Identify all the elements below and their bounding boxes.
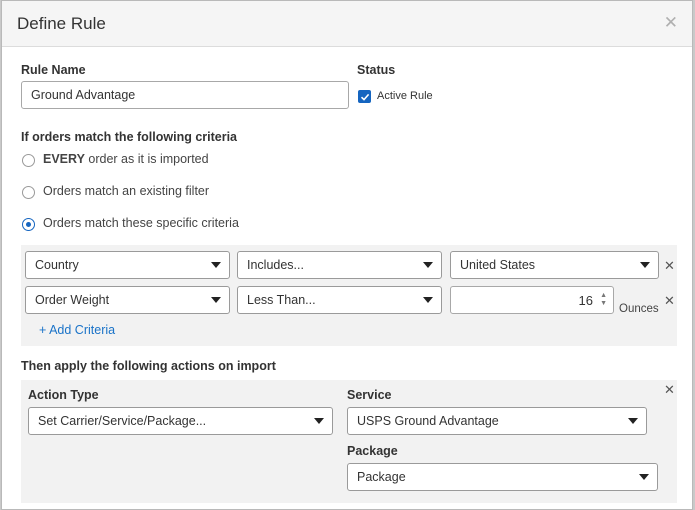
- action-type-select[interactable]: Set Carrier/Service/Package...: [28, 407, 333, 435]
- criteria-field-value: Order Weight: [35, 293, 110, 307]
- chevron-down-icon: [211, 262, 221, 268]
- criteria-panel: Country Includes... United States ✕ Orde…: [21, 245, 677, 346]
- chevron-down-icon: [628, 418, 638, 424]
- radio-existing-filter-label: Orders match an existing filter: [43, 184, 210, 198]
- actions-heading: Then apply the following actions on impo…: [21, 359, 276, 373]
- service-label: Service: [347, 388, 392, 402]
- status-label: Status: [357, 63, 396, 77]
- criteria-value-select[interactable]: United States: [450, 251, 659, 279]
- chevron-down-icon: [211, 297, 221, 303]
- criteria-value-text: United States: [460, 258, 536, 272]
- chevron-down-icon: [423, 262, 433, 268]
- remove-criteria-icon[interactable]: ✕: [664, 293, 675, 309]
- dialog-header: Define Rule ✕: [2, 1, 692, 47]
- weight-value: 16: [578, 292, 593, 308]
- spinner-arrows-icon[interactable]: ▲ ▼: [600, 292, 607, 308]
- action-type-value: Set Carrier/Service/Package...: [38, 414, 207, 428]
- criteria-field-value: Country: [35, 258, 79, 272]
- weight-number-input[interactable]: 16 ▲ ▼: [450, 286, 614, 314]
- dialog-title: Define Rule: [17, 14, 106, 33]
- radio-specific-criteria[interactable]: [22, 218, 35, 231]
- criteria-operator-value: Includes...: [247, 258, 304, 272]
- radio-every-order[interactable]: [22, 154, 35, 167]
- rule-name-label: Rule Name: [21, 63, 86, 77]
- close-icon[interactable]: ✕: [664, 13, 678, 33]
- radio-existing-filter[interactable]: [22, 186, 35, 199]
- active-rule-checkbox[interactable]: [358, 90, 371, 103]
- remove-action-icon[interactable]: ✕: [664, 382, 675, 398]
- active-rule-label: Active Rule: [377, 90, 433, 102]
- actions-panel: Action Type Set Carrier/Service/Package.…: [21, 380, 677, 503]
- radio-every-order-text: order as it is imported: [84, 152, 209, 166]
- package-value: Package: [357, 470, 406, 484]
- radio-every-order-label: EVERY order as it is imported: [43, 152, 209, 166]
- chevron-down-icon: [423, 297, 433, 303]
- rule-name-input[interactable]: Ground Advantage: [21, 81, 349, 109]
- chevron-down-icon: [639, 474, 649, 480]
- chevron-down-icon: [640, 262, 650, 268]
- criteria-operator-select[interactable]: Less Than...: [237, 286, 442, 314]
- chevron-down-icon: [314, 418, 324, 424]
- define-rule-dialog: Define Rule ✕ Rule Name Ground Advantage…: [1, 0, 693, 510]
- service-value: USPS Ground Advantage: [357, 414, 499, 428]
- criteria-operator-select[interactable]: Includes...: [237, 251, 442, 279]
- criteria-field-select[interactable]: Country: [25, 251, 230, 279]
- criteria-heading: If orders match the following criteria: [21, 130, 238, 144]
- package-label: Package: [347, 444, 398, 458]
- check-icon: [360, 93, 369, 101]
- service-select[interactable]: USPS Ground Advantage: [347, 407, 647, 435]
- rule-name-value: Ground Advantage: [31, 88, 136, 102]
- action-type-label: Action Type: [28, 388, 99, 402]
- weight-unit-label: Ounces: [619, 303, 659, 315]
- criteria-operator-value: Less Than...: [247, 293, 316, 307]
- add-criteria-link[interactable]: + Add Criteria: [39, 323, 115, 337]
- remove-criteria-icon[interactable]: ✕: [664, 258, 675, 274]
- package-select[interactable]: Package: [347, 463, 658, 491]
- radio-every-order-bold: EVERY: [43, 152, 85, 166]
- criteria-field-select[interactable]: Order Weight: [25, 286, 230, 314]
- radio-specific-criteria-label: Orders match these specific criteria: [43, 216, 239, 230]
